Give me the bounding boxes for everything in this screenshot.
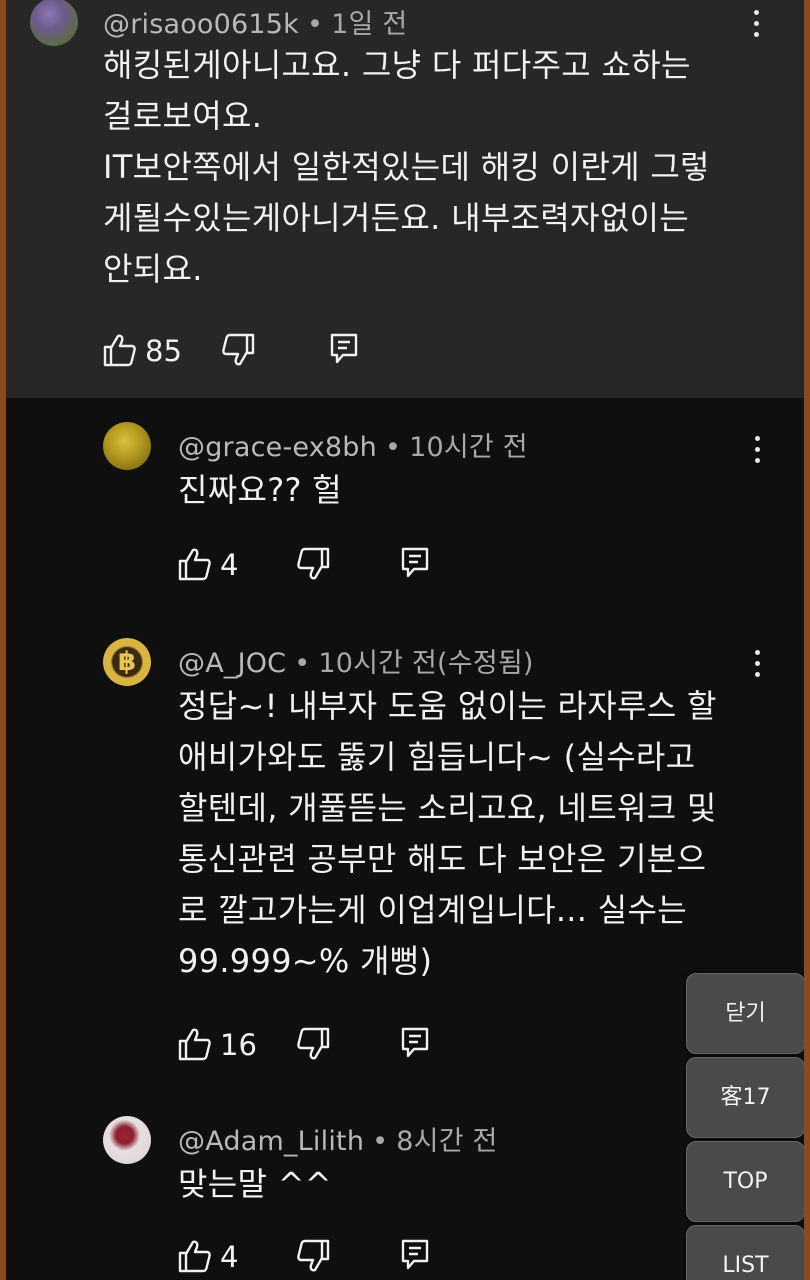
comment-author[interactable]: @A_JOC [178,648,286,679]
comment-item: @risaoo0615k • 1일 전 해킹된게아니고요. 그냥 다 퍼다주고 쇼하… [6,0,804,398]
comment-meta: @Adam_Lilith • 8시간 전 [178,1126,498,1157]
thumb-up-icon[interactable] [178,546,212,586]
comment-actions: 16 [178,1026,478,1066]
thumb-down-icon[interactable] [221,332,255,372]
comment-meta: @risaoo0615k • 1일 전 [103,9,408,40]
thumb-up-icon[interactable] [178,1238,212,1278]
avatar[interactable]: ฿ [103,638,151,686]
comment-time: 10시간 전 [409,432,528,463]
comment-author[interactable]: @Adam_Lilith [178,1126,364,1157]
comment-meta: @grace-ex8bh • 10시간 전 [178,432,528,463]
comment-author[interactable]: @risaoo0615k [103,9,299,40]
close-button[interactable]: 닫기 [686,973,804,1054]
avatar[interactable] [103,422,151,470]
comment-text: 정답~! 내부자 도움 없이는 라자루스 할 애비가와도 뚫기 힘듭니다~ (실… [178,687,717,980]
more-vert-icon[interactable] [747,436,767,466]
comment-actions: 85 [103,332,403,372]
list-button[interactable]: LIST [686,1225,804,1280]
comment-text: 해킹된게아니고요. 그냥 다 퍼다주고 쇼하는 걸로보여요. IT보안쪽에서 일… [103,46,710,288]
reply-item: @Adam_Lilith • 8시간 전 맞는말 ^^ 4 [6,1108,804,1280]
bitcoin-icon: ฿ [117,647,137,677]
like-count: 16 [220,1028,257,1062]
thumb-down-icon[interactable] [296,1238,330,1278]
reply-item: @grace-ex8bh • 10시간 전 진짜요?? 헐 4 [6,398,804,608]
avatar[interactable] [103,1116,151,1164]
comment-actions: 4 [178,1238,478,1278]
thumb-down-icon[interactable] [296,546,330,586]
more-vert-icon[interactable] [747,650,767,680]
comment-count-button[interactable]: 客17 [686,1057,804,1138]
comment-time: 8시간 전 [396,1126,498,1157]
reply-item: ฿ @A_JOC • 10시간 전(수정됨) 정답~! 내부자 도움 없이는 라자루… [6,608,804,1108]
like-count: 4 [220,1240,239,1274]
reply-icon[interactable] [400,546,430,586]
like-count: 85 [145,334,182,368]
comment-text: 진짜요?? 헐 [178,471,343,509]
reply-icon[interactable] [400,1238,430,1278]
comment-actions: 4 [178,546,478,586]
reply-icon[interactable] [400,1026,430,1066]
thumb-up-icon[interactable] [178,1026,212,1066]
comment-time: 1일 전 [331,9,408,40]
comment-screen: @risaoo0615k • 1일 전 해킹된게아니고요. 그냥 다 퍼다주고 쇼하… [6,0,804,1280]
comment-meta: @A_JOC • 10시간 전(수정됨) [178,648,534,679]
comment-author[interactable]: @grace-ex8bh [178,432,377,463]
top-button[interactable]: TOP [686,1141,804,1222]
thumb-down-icon[interactable] [296,1026,330,1066]
reply-icon[interactable] [329,332,359,372]
more-vert-icon[interactable] [746,10,766,40]
avatar[interactable] [30,0,78,46]
comment-time: 10시간 전(수정됨) [318,648,534,679]
thumb-up-icon[interactable] [103,332,137,372]
like-count: 4 [220,548,239,582]
